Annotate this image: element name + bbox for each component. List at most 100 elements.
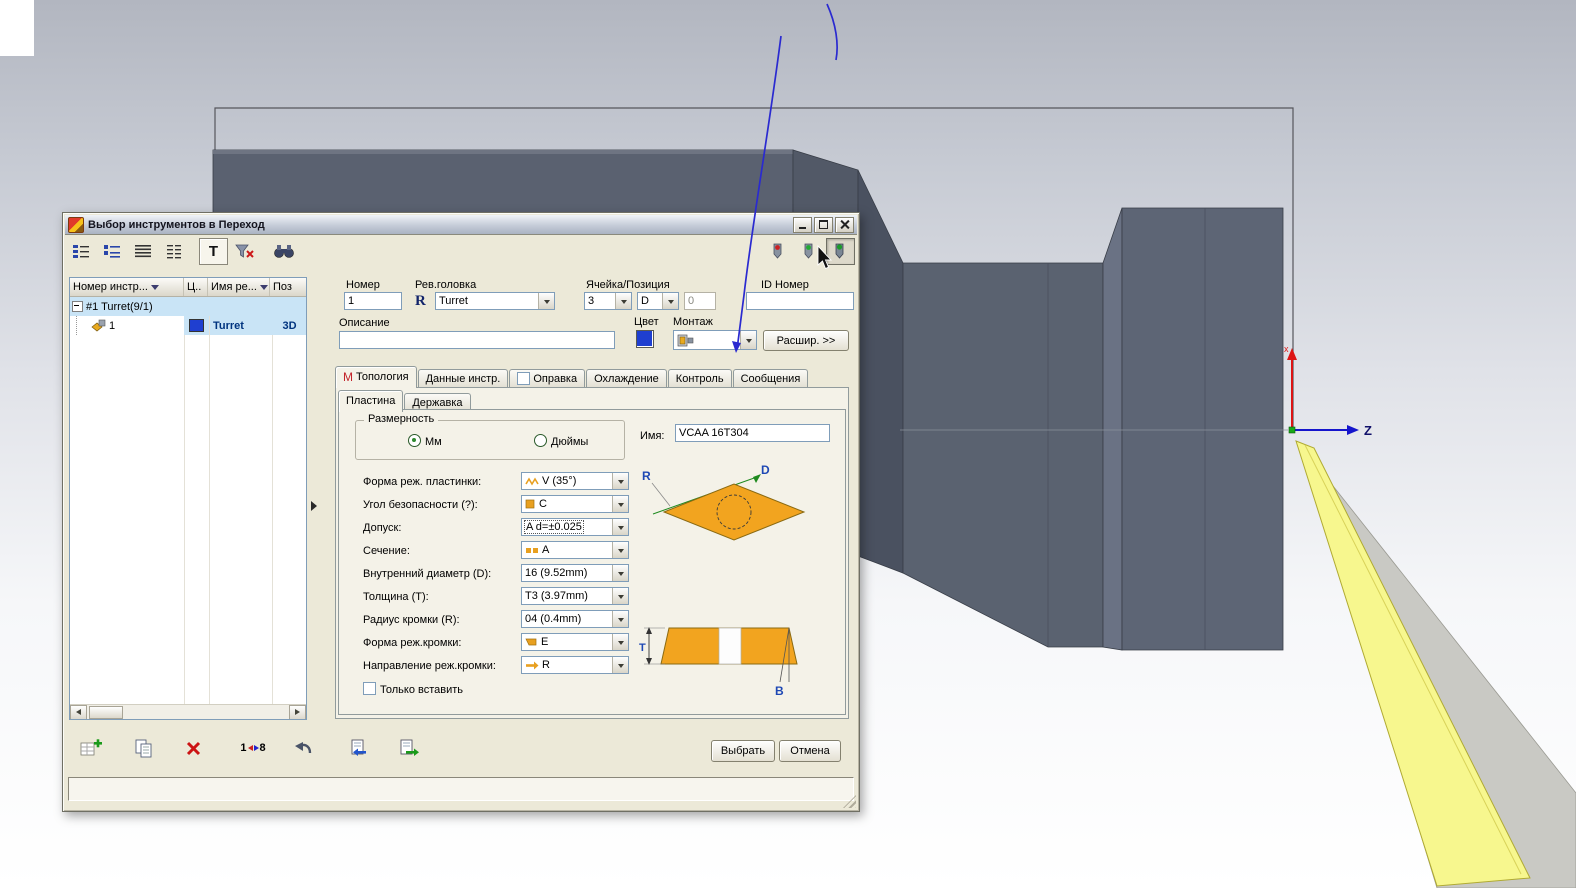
clearance-angle-select[interactable]: C: [521, 495, 629, 513]
edge-direction-select[interactable]: R: [521, 656, 629, 674]
tab-tool-data[interactable]: Данные инстр.: [417, 369, 509, 388]
position-select[interactable]: D: [637, 292, 679, 310]
tool-type-2-button[interactable]: [795, 238, 824, 265]
select-button[interactable]: Выбрать: [711, 740, 775, 762]
add-tool-button[interactable]: [77, 735, 107, 761]
filter-icon[interactable]: [259, 284, 268, 290]
tab-messages[interactable]: Сообщения: [732, 369, 809, 388]
dropdown-arrow-icon[interactable]: [612, 611, 628, 627]
dropdown-arrow-icon[interactable]: [612, 634, 628, 650]
tab-control[interactable]: Контроль: [667, 369, 732, 388]
rev-head-select[interactable]: Turret: [435, 292, 555, 310]
tab-holder[interactable]: Оправка: [509, 369, 586, 388]
description-label: Описание: [339, 317, 390, 329]
view-list-2-button[interactable]: [98, 238, 127, 265]
color-swatch[interactable]: [636, 330, 654, 348]
number-field[interactable]: 1: [344, 292, 402, 310]
view-details-button[interactable]: [129, 238, 158, 265]
inner-diameter-select[interactable]: 16 (9.52mm): [521, 564, 629, 582]
scroll-right-button[interactable]: [289, 704, 306, 719]
undo-button[interactable]: [289, 735, 319, 761]
scrollbar-thumb[interactable]: [89, 705, 123, 719]
minimize-button[interactable]: [793, 216, 812, 233]
dropdown-arrow-icon[interactable]: [740, 331, 756, 349]
collapse-icon[interactable]: [72, 301, 83, 312]
insert-name-label: Имя:: [640, 430, 665, 442]
tool-pos: 3D: [282, 319, 297, 332]
column-header-number[interactable]: Номер инстр...: [70, 278, 184, 296]
only-insert-box-icon[interactable]: [363, 682, 376, 695]
dialog-titlebar[interactable]: Выбор инструментов в Переход: [65, 215, 857, 235]
shape-select[interactable]: V (35°): [521, 472, 629, 490]
radio-mm[interactable]: Мм: [408, 434, 442, 448]
mount-holder-icon: [677, 334, 694, 346]
radio-inches-icon[interactable]: [534, 434, 547, 447]
thickness-select[interactable]: T3 (3.97mm): [521, 587, 629, 605]
dropdown-arrow-icon[interactable]: [612, 565, 628, 581]
renumber-tools-button[interactable]: 1 8: [231, 735, 275, 761]
insert-name-field[interactable]: VCAA 16T304: [675, 424, 830, 442]
tolerance-select[interactable]: A d=±0.025: [521, 518, 629, 536]
tool-color-cell: [184, 316, 209, 335]
clear-filter-button[interactable]: [230, 238, 259, 265]
dropdown-arrow-icon[interactable]: [612, 588, 628, 604]
close-icon: [840, 220, 849, 229]
id-number-field[interactable]: [746, 292, 854, 310]
radio-mm-icon[interactable]: [408, 434, 421, 447]
dropdown-arrow-icon[interactable]: [612, 542, 628, 558]
tab-topology[interactable]: M Топология: [335, 366, 417, 388]
cross-section-select[interactable]: A: [521, 541, 629, 559]
direction-arrow-icon: [526, 661, 539, 669]
tool-pos-cell: 3D: [273, 316, 306, 335]
cancel-button[interactable]: Отмена: [779, 740, 841, 762]
tool-type-1-button[interactable]: [764, 238, 793, 265]
position-value: D: [641, 295, 649, 307]
arrow-left-icon: [247, 745, 253, 751]
expand-more-button[interactable]: Расшир. >>: [763, 330, 849, 351]
dropdown-arrow-icon[interactable]: [612, 473, 628, 489]
column-header-color[interactable]: Ц..: [184, 278, 208, 296]
delete-tool-button[interactable]: [179, 735, 209, 761]
topology-pane: Пластина Державка Размерность Мм Дюймы И…: [335, 387, 849, 719]
import-tool-button[interactable]: [345, 735, 375, 761]
column-header-name[interactable]: Имя ре...: [208, 278, 270, 296]
dropdown-arrow-icon[interactable]: [615, 293, 631, 309]
view-list-1-button[interactable]: [67, 238, 96, 265]
edge-shape-select[interactable]: E: [521, 633, 629, 651]
restore-button[interactable]: [814, 216, 833, 233]
edge-direction-value: R: [542, 659, 550, 671]
tab-coolant[interactable]: Охлаждение: [586, 369, 667, 388]
dropdown-arrow-icon[interactable]: [612, 496, 628, 512]
panel-expand-arrow[interactable]: [311, 501, 317, 511]
corner-radius-select[interactable]: 04 (0.4mm): [521, 610, 629, 628]
only-insert-checkbox[interactable]: Только вставить: [363, 682, 463, 696]
filter-icon[interactable]: [150, 284, 159, 290]
m-icon: M: [343, 370, 353, 384]
export-tool-button[interactable]: [395, 735, 425, 761]
cell-pos-label: Ячейка/Позиция: [586, 279, 670, 291]
search-button[interactable]: [269, 238, 298, 265]
dropdown-arrow-icon[interactable]: [662, 293, 678, 309]
mount-select[interactable]: [673, 330, 757, 350]
dropdown-arrow-icon[interactable]: [538, 293, 554, 309]
tool-type-3-button[interactable]: [826, 237, 855, 265]
holder-checkbox[interactable]: [517, 372, 531, 385]
dropdown-arrow-icon[interactable]: [612, 519, 628, 535]
close-button[interactable]: [835, 216, 854, 233]
tool-row[interactable]: 1 Turret 3D: [70, 316, 306, 335]
description-field[interactable]: [339, 331, 615, 349]
clearance-angle-label: Угол безопасности (?):: [363, 499, 478, 511]
column-header-pos[interactable]: Поз: [270, 278, 302, 296]
copy-tool-button[interactable]: [129, 735, 159, 761]
view-compact-button[interactable]: [160, 238, 189, 265]
horizontal-scrollbar[interactable]: [70, 704, 306, 719]
dropdown-arrow-icon[interactable]: [612, 657, 628, 673]
radio-inches[interactable]: Дюймы: [534, 434, 588, 448]
tool-tree-table[interactable]: Номер инстр... Ц.. Имя ре... Поз #1 Turr…: [69, 277, 307, 720]
scroll-left-button[interactable]: [70, 704, 87, 719]
inner-diameter-value: 16 (9.52mm): [525, 567, 588, 579]
tool-group-row[interactable]: #1 Turret(9/1): [70, 297, 306, 316]
cell-select[interactable]: 3: [584, 292, 632, 310]
subtab-insert[interactable]: Пластина: [338, 390, 404, 412]
text-mode-button[interactable]: T: [199, 237, 228, 265]
